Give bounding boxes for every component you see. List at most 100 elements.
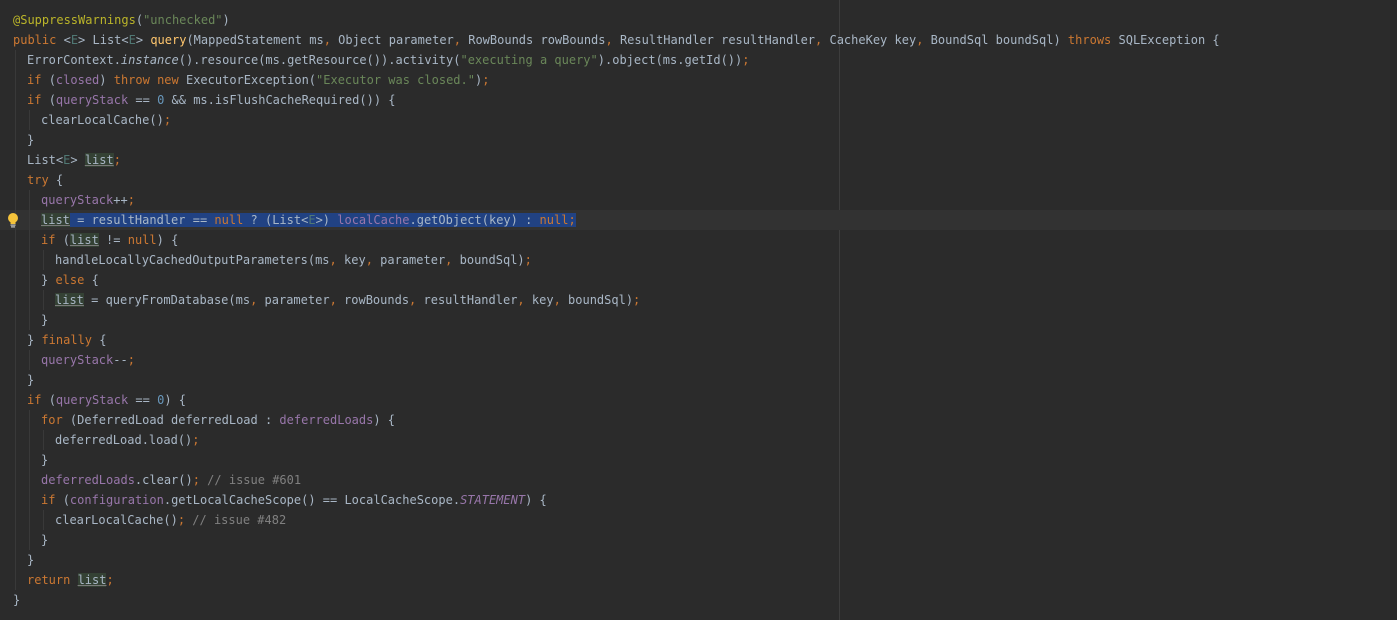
code-token: > [70, 153, 85, 167]
code-token: key [344, 253, 366, 267]
code-token: } [27, 553, 35, 567]
code-token: ( [135, 13, 144, 27]
code-token: @SuppressWarnings [13, 13, 136, 27]
code-text: } [27, 550, 34, 570]
code-line[interactable]: list = queryFromDatabase(ms, parameter, … [0, 290, 1397, 310]
code-token: ; [163, 113, 172, 127]
code-token: key [531, 293, 554, 307]
indent-guide [43, 290, 44, 310]
code-line[interactable]: if (closed) throw new ExecutorException(… [0, 70, 1397, 90]
indent-guide [29, 450, 30, 470]
code-token: == [128, 93, 158, 107]
code-line[interactable]: ErrorContext.instance().resource(ms.getR… [0, 50, 1397, 70]
code-line[interactable]: if (queryStack == 0) { [0, 390, 1397, 410]
code-token: , [916, 33, 931, 47]
code-line[interactable]: } [0, 370, 1397, 390]
code-line[interactable]: if (configuration.getLocalCacheScope() =… [0, 490, 1397, 510]
code-line[interactable]: clearLocalCache(); [0, 110, 1397, 130]
code-editor[interactable]: @SuppressWarnings("unchecked") public <E>… [0, 0, 1397, 620]
code-token: "unchecked" [143, 13, 223, 27]
selected-code-token: >) [315, 213, 338, 227]
code-token: , [323, 33, 339, 47]
code-line[interactable]: if (list != null) { [0, 230, 1397, 250]
code-token: clearLocalCache() [55, 513, 178, 527]
code-line[interactable]: try { [0, 170, 1397, 190]
indent-guide [15, 90, 16, 110]
code-token: deferredLoads [279, 413, 374, 427]
code-token: clearLocalCache() [41, 113, 164, 127]
code-line[interactable]: if (queryStack == 0 && ms.isFlushCacheRe… [0, 90, 1397, 110]
code-token: (DeferredLoad deferredLoad : [69, 413, 280, 427]
indent-guide [43, 430, 44, 450]
code-line[interactable]: } else { [0, 270, 1397, 290]
code-line[interactable]: } [0, 310, 1397, 330]
code-token: queryStack [55, 93, 129, 107]
code-line[interactable]: deferredLoads.clear(); // issue #601 [0, 470, 1397, 490]
code-token: } [41, 313, 49, 327]
code-line[interactable]: queryStack++; [0, 190, 1397, 210]
code-line[interactable]: } [0, 550, 1397, 570]
code-line[interactable]: queryStack--; [0, 350, 1397, 370]
code-token: deferredLoads [41, 473, 135, 487]
code-token: ++ [113, 193, 128, 207]
code-token: , [365, 253, 381, 267]
code-token: queryStack [41, 193, 114, 207]
code-token: ; [633, 293, 641, 307]
selected-code-token: E [308, 213, 316, 227]
code-text: } [27, 370, 34, 390]
code-text: } [13, 590, 20, 610]
indent-guide [15, 510, 16, 530]
code-token: , [453, 33, 469, 47]
code-line[interactable]: List<E> list; [0, 150, 1397, 170]
code-text: queryStack++; [41, 190, 135, 210]
code-line[interactable]: } [0, 590, 1397, 610]
indent-guide [15, 230, 16, 250]
indent-guide [15, 70, 16, 90]
code-text: handleLocallyCachedOutputParameters(ms, … [55, 250, 532, 270]
lightbulb-icon[interactable] [6, 212, 20, 228]
indent-guide [15, 430, 16, 450]
indent-guide [43, 250, 44, 270]
indent-guide [15, 450, 16, 470]
code-token: { [99, 333, 107, 347]
code-token: } [41, 453, 49, 467]
code-token: ().resource(ms.getResource()).activity( [178, 53, 461, 67]
code-token: // issue #482 [192, 513, 287, 527]
code-token: instance [120, 53, 179, 67]
code-token: ; [524, 253, 532, 267]
code-line[interactable]: list = resultHandler == null ? (List<E>)… [0, 210, 1397, 230]
code-token: ( [62, 493, 70, 507]
code-text: } [41, 450, 48, 470]
code-line[interactable]: } [0, 530, 1397, 550]
code-token: -- [113, 353, 128, 367]
code-token: ( [48, 93, 56, 107]
code-token: closed [55, 73, 100, 87]
code-line[interactable]: } [0, 450, 1397, 470]
code-line[interactable]: public <E> List<E> query(MappedStatement… [0, 30, 1397, 50]
code-token: try [27, 173, 56, 187]
code-text: clearLocalCache(); // issue #482 [55, 510, 286, 530]
code-token: boundSql) [459, 253, 525, 267]
selected-code-token: localCache [337, 213, 410, 227]
code-line[interactable]: return list; [0, 570, 1397, 590]
indent-guide [15, 370, 16, 390]
code-token: } [27, 373, 35, 387]
code-line[interactable]: } finally { [0, 330, 1397, 350]
code-line[interactable]: } [0, 130, 1397, 150]
code-line[interactable]: handleLocallyCachedOutputParameters(ms, … [0, 250, 1397, 270]
code-line[interactable]: deferredLoad.load(); [0, 430, 1397, 450]
code-token: (MappedStatement ms [186, 33, 324, 47]
code-token: } [27, 333, 42, 347]
code-token: throws [1067, 33, 1119, 47]
code-line[interactable]: @SuppressWarnings("unchecked") [0, 10, 1397, 30]
indent-guide [29, 350, 30, 370]
indent-guide [29, 490, 30, 510]
code-token: if [27, 73, 49, 87]
code-token: { [91, 273, 99, 287]
code-token: for [41, 413, 70, 427]
code-line[interactable]: clearLocalCache(); // issue #482 [0, 510, 1397, 530]
code-text: List<E> list; [27, 150, 121, 170]
code-token: ) [222, 13, 230, 27]
code-line[interactable]: for (DeferredLoad deferredLoad : deferre… [0, 410, 1397, 430]
code-token: List< [27, 153, 64, 167]
